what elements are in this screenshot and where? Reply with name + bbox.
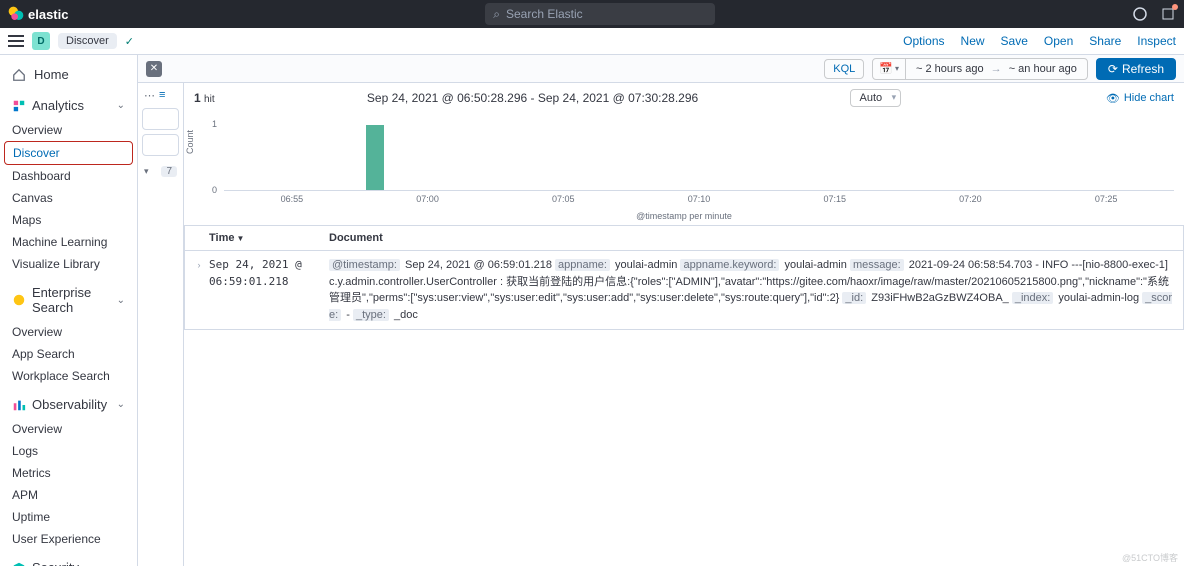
elastic-logo[interactable]: elastic: [8, 6, 68, 22]
index-pattern-selector[interactable]: [142, 108, 179, 130]
avatar[interactable]: D: [32, 32, 50, 50]
fields-toggle[interactable]: ▾ 7: [142, 160, 179, 182]
top-link-new[interactable]: New: [961, 34, 985, 48]
nav-section-analytics[interactable]: Analytics⌄: [4, 92, 133, 119]
nav-item-uptime[interactable]: Uptime: [4, 506, 133, 528]
time-range-display: Sep 24, 2021 @ 06:50:28.296 - Sep 24, 20…: [225, 91, 841, 105]
nav-section-observability[interactable]: Observability⌄: [4, 391, 133, 418]
nav-section-enterprise-search[interactable]: Enterprise Search⌄: [4, 279, 133, 321]
xtick: 07:10: [688, 194, 711, 204]
nav-sidebar: Home Analytics⌄OverviewDiscoverDashboard…: [0, 55, 138, 566]
nav-item-user-experience[interactable]: User Experience: [4, 528, 133, 550]
hit-count: 1 hit: [194, 91, 215, 105]
top-link-inspect[interactable]: Inspect: [1137, 34, 1176, 48]
results-table: Time ▼ Document › Sep 24, 2021 @ 06:59:0…: [184, 225, 1184, 330]
xtick: 07:00: [416, 194, 439, 204]
notification-dot: [1172, 4, 1178, 10]
interval-select[interactable]: Auto: [850, 89, 901, 107]
date-picker[interactable]: 📅▾ ~ 2 hours ago → ~ an hour ago: [872, 58, 1088, 80]
histogram-chart[interactable]: Count 1 0 06:5507:0007:0507:1007:1507:20…: [224, 113, 1174, 209]
section-icon: [12, 99, 26, 113]
nav-item-maps[interactable]: Maps: [4, 209, 133, 231]
nav-section-security[interactable]: Security⌄: [4, 554, 133, 566]
xtick: 07:15: [823, 194, 846, 204]
search-placeholder: Search Elastic: [506, 7, 583, 21]
nav-item-workplace-search[interactable]: Workplace Search: [4, 365, 133, 387]
refresh-button[interactable]: ⟳ Refresh: [1096, 58, 1176, 80]
app-breadcrumb[interactable]: Discover: [58, 33, 117, 49]
xtick: 07:05: [552, 194, 575, 204]
nav-item-canvas[interactable]: Canvas: [4, 187, 133, 209]
xaxis-label: @timestamp per minute: [184, 211, 1184, 221]
chart-bar[interactable]: [366, 125, 384, 190]
chevron-down-icon: ⌄: [117, 295, 125, 306]
expand-row[interactable]: ›: [189, 257, 209, 323]
top-link-share[interactable]: Share: [1089, 34, 1121, 48]
saved-check-icon: ✓: [125, 35, 134, 48]
settings-icon[interactable]: ⋯: [144, 89, 155, 102]
document-cell: @timestamp: Sep 24, 2021 @ 06:59:01.218 …: [329, 257, 1179, 323]
help-icon[interactable]: [1132, 6, 1148, 22]
nav-item-app-search[interactable]: App Search: [4, 343, 133, 365]
refresh-icon: ⟳: [1108, 62, 1118, 76]
nav-item-apm[interactable]: APM: [4, 484, 133, 506]
table-row: › Sep 24, 2021 @ 06:59:01.218 @timestamp…: [185, 251, 1183, 329]
news-icon[interactable]: [1160, 6, 1176, 22]
section-icon: [12, 398, 26, 412]
nav-item-overview[interactable]: Overview: [4, 119, 133, 141]
nav-item-overview[interactable]: Overview: [4, 321, 133, 343]
close-filter[interactable]: ✕: [146, 61, 162, 77]
search-icon: ⌕: [493, 7, 500, 22]
nav-item-metrics[interactable]: Metrics: [4, 462, 133, 484]
calendar-icon[interactable]: 📅▾: [873, 59, 906, 79]
home-icon: [12, 68, 26, 82]
fields-panel: ⋯ ≡ ▾ 7: [138, 83, 184, 566]
menu-toggle[interactable]: [8, 33, 24, 49]
nav-item-machine-learning[interactable]: Machine Learning: [4, 231, 133, 253]
kql-toggle[interactable]: KQL: [824, 59, 864, 79]
col-time[interactable]: Time ▼: [205, 226, 325, 250]
col-document[interactable]: Document: [325, 226, 1183, 250]
sort-desc-icon: ▼: [236, 234, 244, 243]
nav-item-discover[interactable]: Discover: [4, 141, 133, 165]
xtick: 06:55: [281, 194, 304, 204]
top-link-open[interactable]: Open: [1044, 34, 1073, 48]
global-search[interactable]: ⌕ Search Elastic: [485, 3, 715, 25]
nav-item-visualize-library[interactable]: Visualize Library: [4, 253, 133, 275]
nav-item-dashboard[interactable]: Dashboard: [4, 165, 133, 187]
nav-home[interactable]: Home: [4, 61, 133, 88]
section-icon: [12, 561, 26, 566]
chevron-down-icon: ⌄: [117, 100, 125, 111]
list-icon[interactable]: ≡: [159, 89, 165, 102]
top-link-save[interactable]: Save: [1001, 34, 1028, 48]
brand-text: elastic: [28, 7, 68, 22]
field-search[interactable]: [142, 134, 179, 156]
eye-icon: 👁: [1106, 92, 1120, 105]
arrow-right-icon: →: [991, 63, 1002, 75]
xtick: 07:20: [959, 194, 982, 204]
xtick: 07:25: [1095, 194, 1118, 204]
nav-item-overview[interactable]: Overview: [4, 418, 133, 440]
section-icon: [12, 293, 26, 307]
watermark: @51CTO博客: [1122, 551, 1178, 564]
elastic-icon: [8, 6, 24, 22]
nav-item-logs[interactable]: Logs: [4, 440, 133, 462]
hide-chart-button[interactable]: 👁 Hide chart: [1106, 92, 1174, 105]
top-link-options[interactable]: Options: [903, 34, 944, 48]
chevron-down-icon: ⌄: [117, 562, 125, 566]
chevron-down-icon: ⌄: [117, 399, 125, 410]
